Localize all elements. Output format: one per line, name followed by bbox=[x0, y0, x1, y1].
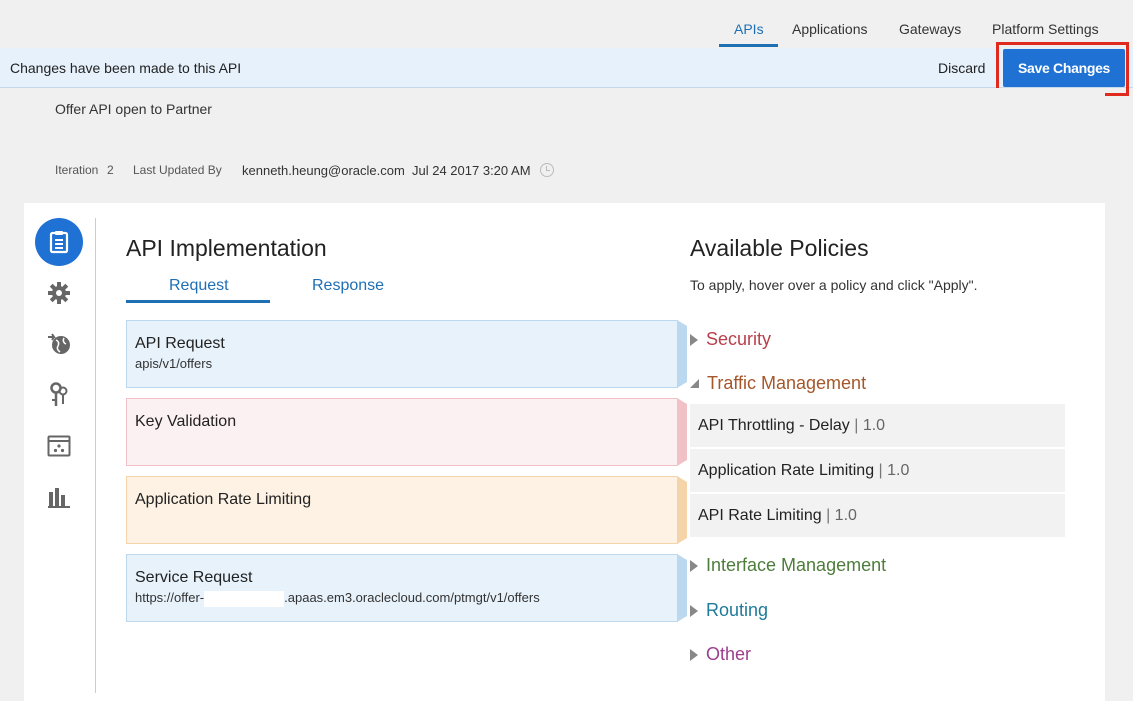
step-title: Key Validation bbox=[135, 413, 237, 430]
api-info-panel: Offer API open to Partner Iteration 2 La… bbox=[24, 88, 1105, 203]
flow-step-api-request[interactable]: API Request apis/v1/offers bbox=[126, 320, 687, 388]
flow-arrow bbox=[677, 554, 687, 622]
service-url-suffix: .apaas.em3.oraclecloud.com/ptmgt/v1/offe… bbox=[284, 590, 540, 605]
tab-platform-settings[interactable]: Platform Settings bbox=[992, 21, 1099, 37]
category-label: Traffic Management bbox=[707, 373, 867, 393]
policy-version: 1.0 bbox=[887, 462, 910, 479]
policy-category-routing[interactable]: Routing bbox=[690, 600, 768, 621]
top-navigation: APIs Applications Gateways Platform Sett… bbox=[0, 0, 1133, 48]
service-url-prefix: https://offer- bbox=[135, 590, 205, 605]
iteration-value: 2 bbox=[107, 163, 114, 177]
globe-icon[interactable] bbox=[46, 331, 72, 357]
collapse-arrow-icon bbox=[690, 379, 699, 388]
save-changes-button[interactable]: Save Changes bbox=[1003, 49, 1125, 87]
flow-step-service-request[interactable]: Service Request https://offer- .apaas.em3… bbox=[126, 554, 687, 622]
expand-arrow-icon bbox=[690, 648, 698, 661]
policy-item[interactable]: API Rate Limiting | 1.0 bbox=[690, 494, 1065, 537]
flow-arrow bbox=[677, 476, 687, 544]
iteration-label: Iteration bbox=[55, 163, 99, 177]
updated-at-timestamp: Jul 24 2017 3:20 AM bbox=[412, 163, 531, 178]
api-details-icon[interactable] bbox=[35, 218, 83, 266]
policy-separator: | bbox=[854, 417, 863, 434]
tab-applications[interactable]: Applications bbox=[792, 21, 868, 37]
category-label: Other bbox=[706, 644, 752, 664]
last-updated-by-label: Last Updated By bbox=[133, 163, 222, 177]
expand-arrow-icon bbox=[690, 604, 698, 617]
policy-category-security[interactable]: Security bbox=[690, 329, 771, 350]
step-endpoint: apis/v1/offers bbox=[135, 356, 213, 371]
step-title: API Request bbox=[135, 335, 225, 352]
expand-arrow-icon bbox=[690, 559, 698, 572]
expand-arrow-icon bbox=[690, 333, 698, 346]
policy-name: API Throttling - Delay bbox=[698, 417, 850, 434]
category-label: Routing bbox=[706, 600, 769, 620]
deployment-icon[interactable] bbox=[46, 433, 72, 459]
step-title: Service Request bbox=[135, 569, 253, 586]
tab-request[interactable]: Request bbox=[169, 277, 229, 295]
tab-apis[interactable]: APIs bbox=[734, 21, 764, 37]
policy-version: 1.0 bbox=[834, 507, 857, 524]
tab-response[interactable]: Response bbox=[312, 277, 384, 295]
unsaved-changes-message: Changes have been made to this API bbox=[10, 60, 242, 76]
policy-name: API Rate Limiting bbox=[698, 507, 822, 524]
redacted-region bbox=[204, 590, 285, 607]
request-tab-underline bbox=[126, 300, 270, 303]
keys-icon[interactable] bbox=[46, 382, 72, 408]
category-label: Interface Management bbox=[706, 555, 887, 575]
clock-icon[interactable] bbox=[540, 163, 554, 177]
policy-item[interactable]: Application Rate Limiting | 1.0 bbox=[690, 449, 1065, 492]
api-implementation-title: API Implementation bbox=[126, 235, 327, 261]
policy-item[interactable]: API Throttling - Delay | 1.0 bbox=[690, 404, 1065, 447]
flow-step-key-validation[interactable]: Key Validation bbox=[126, 398, 687, 466]
unsaved-changes-bar: Changes have been made to this API Disca… bbox=[0, 48, 1133, 88]
step-title: Application Rate Limiting bbox=[135, 491, 312, 508]
icon-rail bbox=[24, 203, 96, 701]
policy-category-traffic-management[interactable]: Traffic Management bbox=[690, 373, 866, 394]
main-content: API Implementation Request Response API … bbox=[24, 203, 1105, 701]
policy-category-interface-management[interactable]: Interface Management bbox=[690, 555, 886, 576]
policy-name: Application Rate Limiting bbox=[698, 462, 875, 479]
active-tab-underline bbox=[719, 44, 778, 47]
policies-hint: To apply, hover over a policy and click … bbox=[690, 277, 978, 293]
policy-category-other[interactable]: Other bbox=[690, 644, 751, 665]
policy-version: 1.0 bbox=[862, 417, 886, 434]
policy-separator: | bbox=[826, 507, 835, 524]
flow-arrow bbox=[677, 320, 687, 388]
api-description: Offer API open to Partner bbox=[55, 101, 212, 117]
analytics-icon[interactable] bbox=[46, 484, 72, 510]
category-label: Security bbox=[706, 329, 772, 349]
tab-gateways[interactable]: Gateways bbox=[899, 21, 961, 37]
rail-divider bbox=[95, 218, 96, 693]
flow-arrow bbox=[677, 398, 687, 466]
flow-step-application-rate-limiting[interactable]: Application Rate Limiting bbox=[126, 476, 687, 544]
service-url: https://offer- .apaas.em3.oraclecloud.com… bbox=[135, 590, 540, 607]
settings-icon[interactable] bbox=[46, 280, 72, 306]
updated-by-user: kenneth.heung@oracle.com bbox=[242, 163, 405, 178]
discard-button[interactable]: Discard bbox=[938, 60, 985, 76]
policy-separator: | bbox=[878, 462, 888, 479]
available-policies-title: Available Policies bbox=[690, 235, 869, 261]
